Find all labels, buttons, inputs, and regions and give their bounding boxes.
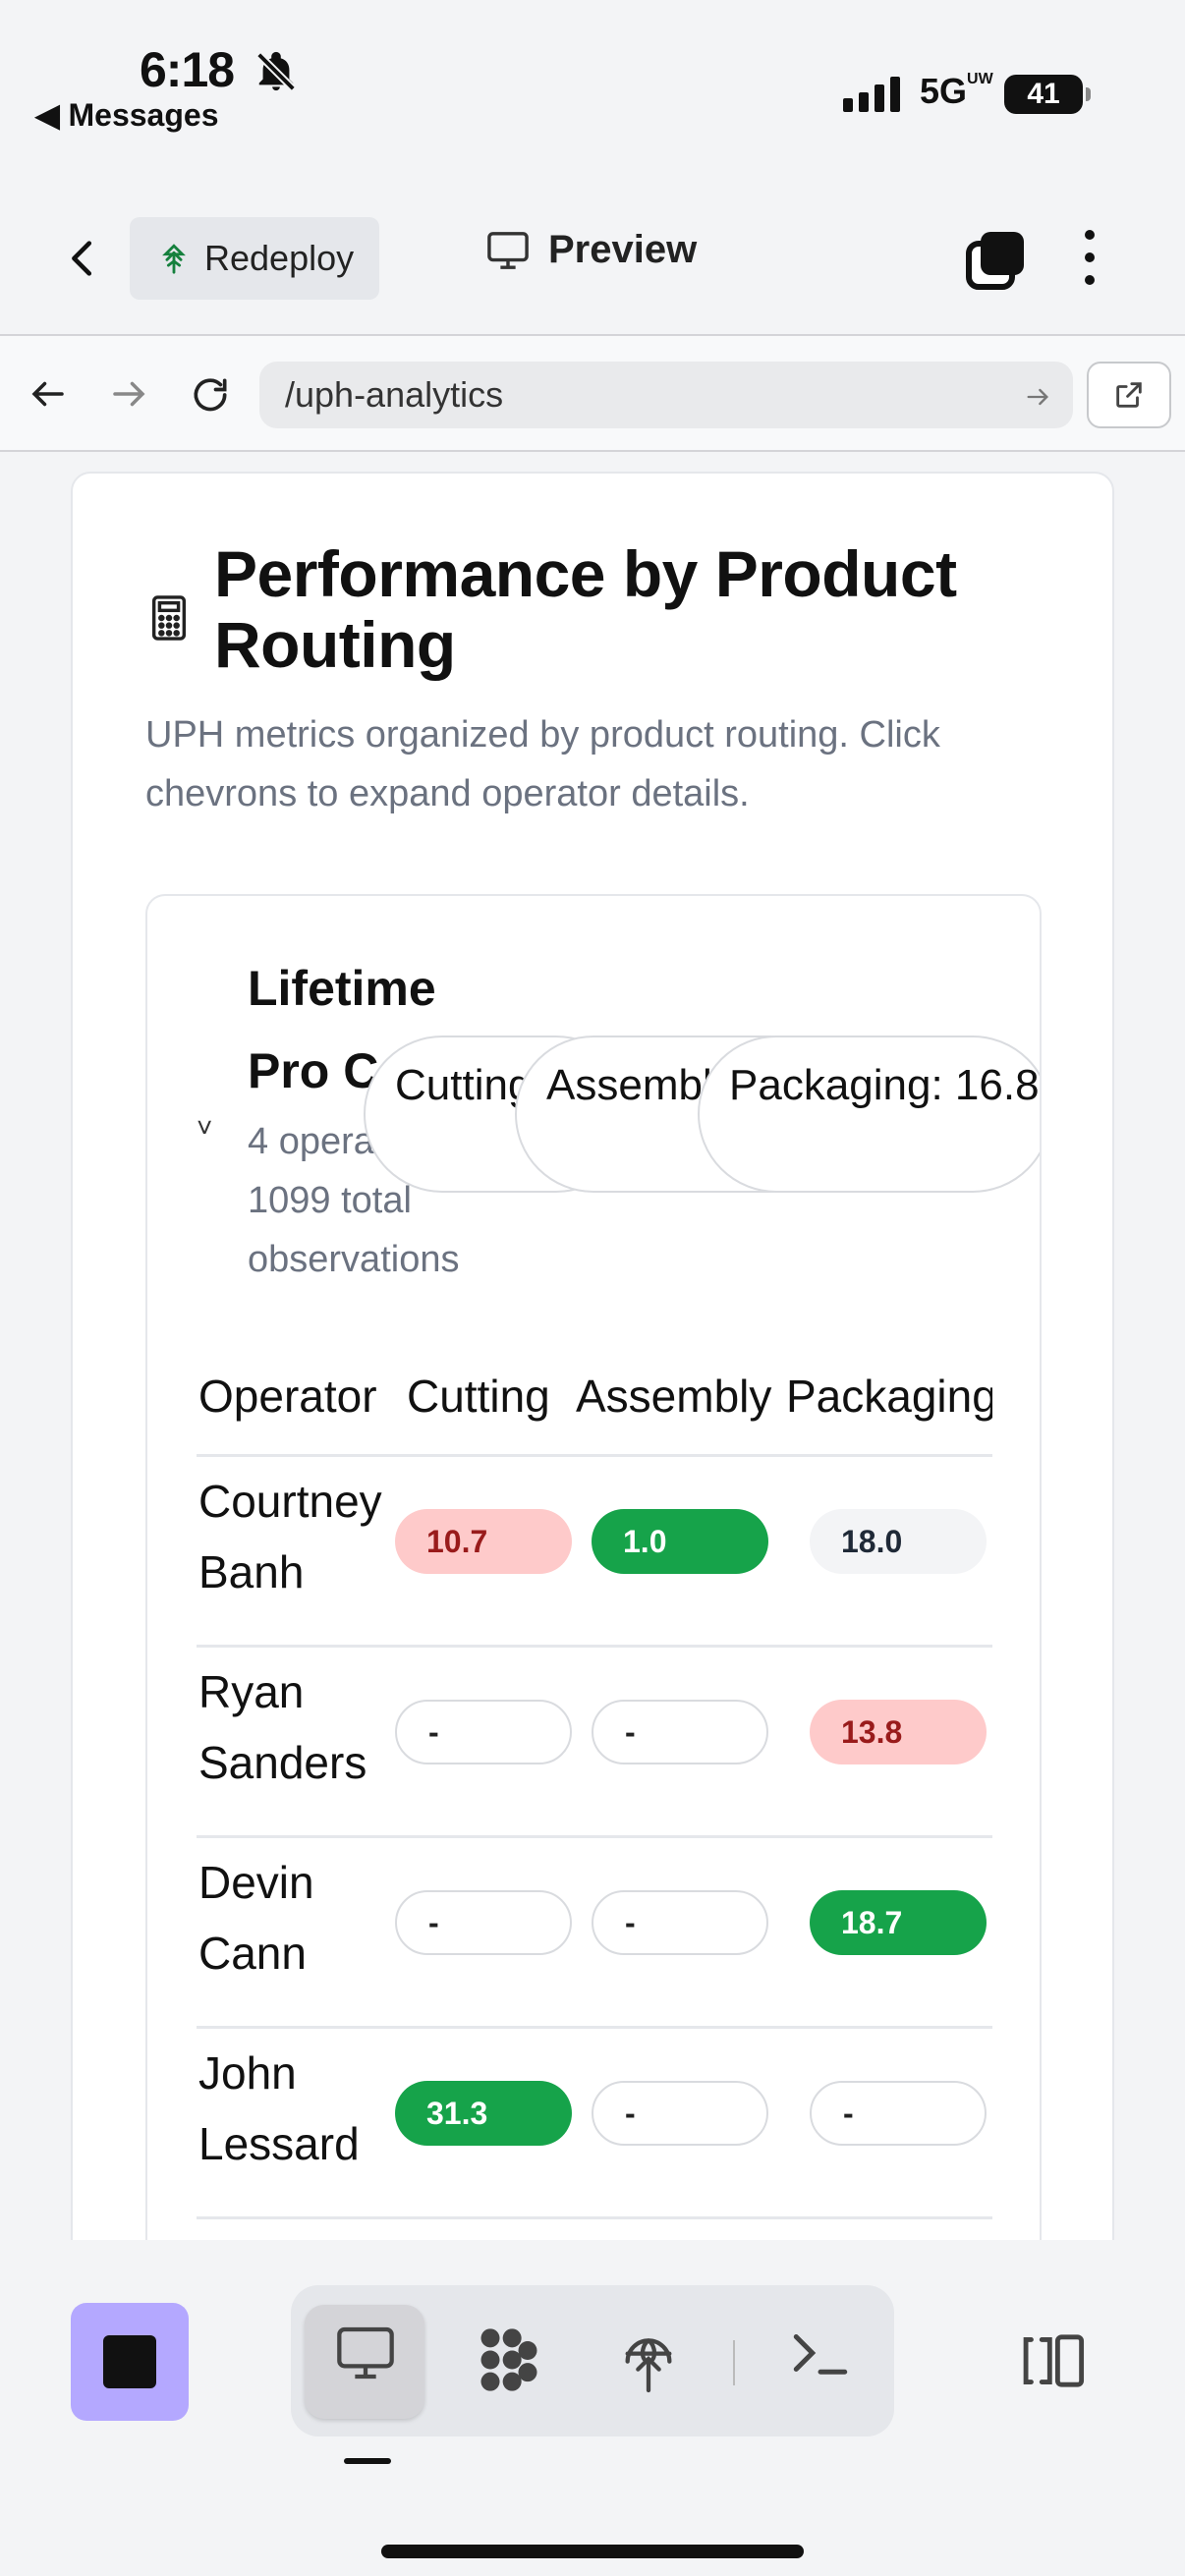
more-options-icon[interactable] [1085, 230, 1095, 285]
active-indicator [344, 2458, 391, 2464]
operator-name: John Lessard [198, 2047, 360, 2169]
divider [733, 2340, 735, 2385]
bell-muted-icon [254, 49, 299, 99]
table-row: John Lessard 31.3 - - [197, 2026, 992, 2219]
deploy-globe-icon[interactable] [617, 2323, 680, 2400]
uph-chip-cutting: - [395, 1890, 572, 1955]
uph-chip-assembly: - [592, 1890, 768, 1955]
uph-chip-assembly: - [592, 2081, 768, 2146]
preview-label: Preview [548, 228, 698, 271]
expand-chevron-icon[interactable]: ˅ [197, 1112, 212, 1144]
col-header-assembly: Assembly [576, 1371, 772, 1422]
back-button[interactable] [61, 234, 106, 288]
operator-name: Courtney Banh [198, 1476, 382, 1597]
page-subtitle: UPH metrics organized by product routing… [145, 714, 940, 814]
table-row: Courtney Banh 10.7 1.0 18.0 [197, 1454, 992, 1648]
page-title: Performance by Product Routing [214, 537, 957, 681]
table-header: Operator Cutting Assembly Packaging [197, 1348, 992, 1457]
preview-tab[interactable]: Preview [485, 228, 697, 272]
terminal-icon[interactable] [788, 2323, 853, 2388]
routing-group: ˅ Lifetime Pro Collar 4 operators • 1099… [145, 894, 1042, 2240]
page-viewport[interactable]: Performance by Product Routing UPH metri… [0, 452, 1185, 2240]
monitor-icon [487, 231, 529, 269]
table-row: Devin Cann - - 18.7 [197, 1835, 992, 2029]
view-switcher [291, 2285, 894, 2436]
calculator-icon [149, 595, 189, 645]
browser-bar: /uph-analytics [0, 334, 1185, 452]
uph-chip-packaging: 18.7 [810, 1890, 987, 1955]
external-link-icon [1116, 382, 1142, 408]
stop-icon [103, 2335, 156, 2388]
network-label: 5GUW [920, 71, 993, 112]
go-arrow-icon[interactable] [1024, 383, 1051, 411]
table-row: Ryan Sanders - - 13.8 [197, 1645, 992, 1838]
network-sup: UW [967, 71, 993, 87]
uph-chip-cutting: 10.7 [395, 1509, 572, 1574]
reload-icon[interactable] [189, 373, 232, 421]
tree-icon [162, 244, 186, 274]
col-header-packaging: Packaging [786, 1371, 992, 1422]
open-external-button[interactable] [1087, 362, 1171, 428]
browser-forward-icon[interactable] [108, 373, 149, 420]
battery-icon: 41 [1004, 75, 1091, 114]
redeploy-button[interactable]: Redeploy [130, 217, 379, 300]
back-app-label: Messages [68, 97, 219, 133]
tabs-icon[interactable] [963, 228, 1026, 296]
back-to-app-link[interactable]: ◀ Messages [35, 96, 218, 134]
clock: 6:18 [140, 42, 235, 97]
col-header-cutting: Cutting [407, 1371, 550, 1422]
redeploy-label: Redeploy [204, 238, 355, 278]
uph-chip-packaging: 18.0 [810, 1509, 987, 1574]
status-bar: 6:18 ◀ Messages 5GUW 41 [0, 0, 1185, 167]
operator-name: Ryan Sanders [198, 1666, 367, 1788]
browser-back-icon[interactable] [28, 373, 69, 420]
signal-icon [843, 77, 900, 112]
battery-level: 41 [1027, 78, 1060, 110]
performance-card: Performance by Product Routing UPH metri… [71, 472, 1114, 2240]
url-field[interactable]: /uph-analytics [259, 362, 1073, 428]
stage-pill-packaging: Packaging: 16.8 [698, 1036, 1040, 1193]
home-indicator[interactable] [381, 2545, 804, 2558]
uph-chip-packaging: - [810, 2081, 987, 2146]
bottom-toolbar [0, 2240, 1185, 2576]
network-type: 5G [920, 71, 968, 111]
operator-name: Devin Cann [198, 1857, 314, 1979]
uph-chip-cutting: 31.3 [395, 2081, 572, 2146]
app-header: Redeploy Preview [0, 196, 1185, 334]
uph-chip-assembly: 1.0 [592, 1509, 768, 1574]
uph-chip-cutting: - [395, 1700, 572, 1764]
col-header-operator: Operator [198, 1371, 377, 1422]
preview-monitor-icon[interactable] [334, 2323, 397, 2388]
sidebar-toggle-icon[interactable] [1018, 2330, 1087, 2396]
stop-button[interactable] [71, 2303, 189, 2421]
workspace-icon[interactable] [472, 2323, 546, 2402]
uph-chip-assembly: - [592, 1700, 768, 1764]
uph-chip-packaging: 13.8 [810, 1700, 987, 1764]
url-text: /uph-analytics [285, 374, 504, 415]
